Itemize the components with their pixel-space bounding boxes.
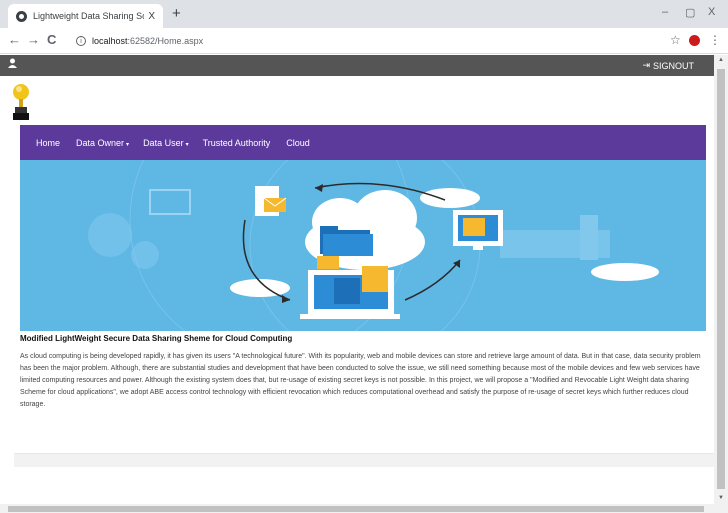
nav-home[interactable]: Home: [36, 138, 62, 148]
globe-icon: [16, 10, 27, 22]
cloud-file-sharing-illustration: [88, 160, 659, 331]
browser-menu-icon[interactable]: ⋮: [709, 33, 721, 47]
url-path: :62582/Home.aspx: [127, 36, 204, 46]
signout-icon: ⇥: [642, 60, 650, 70]
info-icon[interactable]: i: [76, 36, 86, 46]
chevron-down-icon: ▾: [185, 141, 189, 148]
tab-title: Lightweight Data Sharing Scheme: [33, 11, 145, 21]
page-headline: Modified LightWeight Secure Data Sharing…: [20, 334, 293, 343]
tab-close-button[interactable]: X: [148, 11, 155, 22]
restore-button[interactable]: ▢: [685, 6, 695, 19]
url-host: localhost: [92, 36, 128, 46]
scroll-up-icon[interactable]: ▲: [718, 57, 724, 63]
nav-data-owner[interactable]: Data Owner ▾: [76, 138, 129, 148]
user-icon[interactable]: [8, 58, 17, 71]
main-navbar: Home Data Owner ▾ Data User ▾ Trusted Auth…: [20, 125, 706, 160]
browser-tab-strip: Lightweight Data Sharing Scheme X + – ▢ …: [0, 0, 728, 28]
scroll-down-icon[interactable]: ▼: [718, 495, 724, 501]
horizontal-scroll-thumb[interactable]: [8, 506, 704, 512]
address-bar: ← → C i localhost:62582/Home.aspx ☆ ⋮: [0, 28, 728, 54]
signout-button[interactable]: ⇥ SIGNOUT: [642, 60, 694, 71]
page-viewport: ⇥ SIGNOUT Home Data Owner ▾ Data User ▾ Tr…: [0, 55, 714, 504]
vertical-scrollbar[interactable]: ▲ ▼: [714, 55, 728, 504]
chevron-down-icon: ▾: [126, 141, 130, 148]
minimize-button[interactable]: –: [662, 6, 668, 18]
horizontal-scrollbar[interactable]: [0, 504, 728, 513]
nav-cloud[interactable]: Cloud: [286, 138, 312, 148]
reload-icon[interactable]: C: [47, 32, 56, 47]
footer-strip: [14, 453, 714, 467]
nav-trusted-authority[interactable]: Trusted Authority: [203, 138, 273, 148]
back-arrow-icon[interactable]: ←: [8, 32, 21, 47]
extension-icon[interactable]: [689, 35, 700, 46]
url-field[interactable]: i localhost:62582/Home.aspx: [76, 32, 676, 50]
page-description: As cloud computing is being developed ra…: [20, 353, 701, 408]
vertical-scroll-thumb[interactable]: [717, 69, 725, 489]
forward-arrow-icon[interactable]: →: [27, 32, 40, 47]
browser-tab[interactable]: Lightweight Data Sharing Scheme X: [8, 4, 163, 28]
nav-data-user[interactable]: Data User ▾: [143, 138, 189, 148]
close-window-button[interactable]: X: [708, 6, 715, 18]
signout-label: SIGNOUT: [652, 60, 694, 71]
trophy-logo-icon[interactable]: [11, 83, 31, 121]
hero-banner: [20, 160, 706, 331]
new-tab-button[interactable]: +: [172, 5, 181, 22]
top-bar: ⇥ SIGNOUT: [0, 55, 714, 76]
bookmark-star-icon[interactable]: ☆: [670, 33, 681, 47]
